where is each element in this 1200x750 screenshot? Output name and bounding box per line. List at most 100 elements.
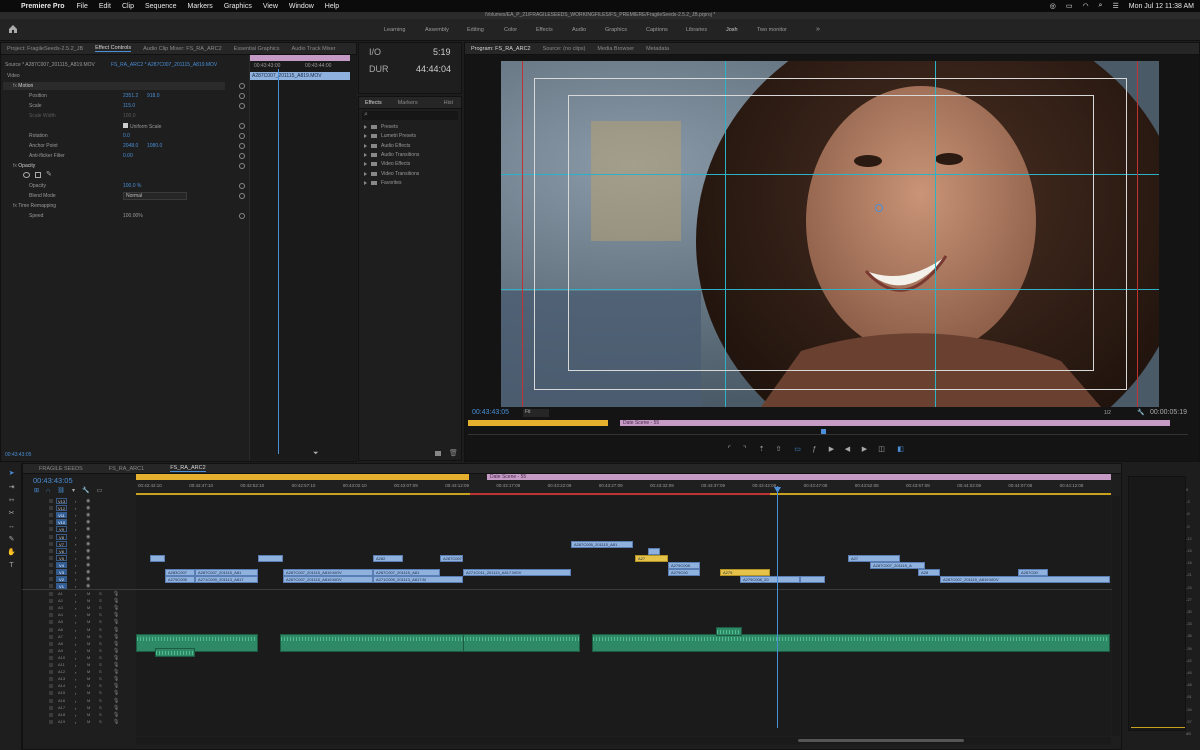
blend-mode-select[interactable]: Normal — [123, 192, 187, 200]
voice-over-icon[interactable]: 🎙 — [113, 655, 119, 661]
audio-track-a12[interactable]: A12 — [58, 669, 65, 674]
voice-over-icon[interactable]: 🎙 — [113, 690, 119, 696]
video-clip[interactable]: A271C011_201113_A817.MOV — [463, 569, 571, 576]
solo-button[interactable]: S — [99, 655, 102, 660]
tab-effects[interactable]: Effects — [365, 100, 382, 106]
track-source-patch[interactable] — [49, 562, 53, 567]
track-target-v13[interactable]: V13 — [56, 498, 67, 504]
video-clip[interactable]: A283C007 — [165, 569, 195, 576]
eye-icon[interactable]: ◉ — [86, 534, 90, 540]
video-clip[interactable]: A279 — [720, 569, 770, 576]
lock-icon[interactable]: ▪ — [75, 706, 76, 711]
track-source-patch[interactable] — [49, 513, 53, 518]
lock-icon[interactable]: ▪ — [75, 520, 76, 525]
mute-button[interactable]: M — [87, 669, 90, 674]
app-menu[interactable]: Premiere Pro — [21, 3, 65, 10]
audio-clip[interactable] — [592, 633, 1110, 652]
add-marker-icon[interactable]: ▾ — [72, 488, 82, 494]
track-source-patch[interactable] — [49, 705, 53, 710]
lock-icon[interactable]: ▪ — [75, 635, 76, 640]
mute-button[interactable]: M — [87, 676, 90, 681]
settings-icon[interactable]: 🔧 — [1137, 409, 1144, 416]
track-source-patch[interactable] — [49, 577, 53, 582]
mute-button[interactable]: M — [87, 641, 90, 646]
track-source-patch[interactable] — [49, 620, 53, 625]
voice-over-icon[interactable]: 🎙 — [113, 705, 119, 711]
track-source-patch[interactable] — [49, 613, 53, 618]
track-source-patch[interactable] — [49, 506, 53, 511]
program-scene-marker[interactable]: Date Scene - 55 — [620, 420, 1170, 426]
lock-icon[interactable]: ▪ — [75, 584, 76, 589]
audio-track-a3[interactable]: A3 — [58, 605, 63, 610]
anchor-y[interactable]: 1080.0 — [147, 143, 162, 152]
menu-file[interactable]: File — [77, 3, 88, 10]
lock-icon[interactable]: ▪ — [75, 699, 76, 704]
mute-button[interactable]: M — [87, 705, 90, 710]
video-clip[interactable]: A282 — [373, 554, 403, 562]
eye-icon[interactable]: ◉ — [86, 583, 90, 589]
audio-track-a6[interactable]: A6 — [58, 627, 63, 632]
track-source-patch[interactable] — [49, 592, 53, 596]
solo-button[interactable]: S — [99, 627, 102, 632]
video-clip[interactable] — [150, 554, 165, 562]
solo-button[interactable]: S — [99, 705, 102, 710]
audio-track-a15[interactable]: A15 — [58, 690, 65, 695]
video-clip[interactable]: A28 — [918, 569, 940, 576]
lock-icon[interactable]: ▪ — [75, 684, 76, 689]
voice-over-icon[interactable]: 🎙 — [113, 641, 119, 647]
snap-icon[interactable]: ∩ — [46, 488, 57, 494]
tab-fs-ra-arc1[interactable]: FS_RA_ARC1 — [109, 466, 144, 472]
play-button[interactable]: ▶ — [827, 445, 836, 454]
fit-dropdown[interactable]: Fit — [523, 409, 549, 417]
lift-button[interactable]: ⇡ — [757, 445, 766, 454]
step-back-button[interactable]: ◀ — [843, 445, 852, 454]
voice-over-icon[interactable]: 🎙 — [113, 634, 119, 640]
track-source-patch[interactable] — [49, 670, 53, 675]
reset-uniform-icon[interactable] — [239, 123, 245, 129]
tab-program[interactable]: Program: FS_RA_ARC2 — [471, 46, 531, 52]
workspace-overflow-button[interactable]: » — [816, 19, 820, 41]
audio-track-a2[interactable]: A2 — [58, 598, 63, 603]
track-source-patch[interactable] — [49, 677, 53, 682]
tab-media-browser[interactable]: Media Browser — [597, 46, 634, 52]
track-source-patch[interactable] — [49, 599, 53, 604]
program-video-frame[interactable] — [501, 61, 1159, 407]
lock-icon[interactable]: ▪ — [75, 628, 76, 633]
eye-icon[interactable]: ◉ — [86, 512, 90, 518]
step-forward-button[interactable]: ▶ — [860, 445, 869, 454]
video-clip[interactable]: A287C00 — [1018, 569, 1048, 576]
lock-icon[interactable]: ▪ — [75, 542, 76, 547]
track-target-v12[interactable]: V12 — [56, 505, 67, 512]
program-in-bar[interactable] — [468, 420, 608, 426]
audio-track-a5[interactable]: A5 — [58, 619, 63, 624]
eye-icon[interactable]: ◉ — [86, 541, 90, 547]
creative-cloud-icon[interactable]: ◎ — [1050, 2, 1056, 10]
voice-over-icon[interactable]: 🎙 — [113, 605, 119, 611]
reset-antiflicker-icon[interactable] — [239, 153, 245, 159]
track-source-patch[interactable] — [49, 719, 53, 724]
audio-track-a11[interactable]: A11 — [58, 662, 65, 667]
search-icon[interactable]: ⌕ — [1099, 2, 1103, 10]
mute-button[interactable]: M — [87, 648, 90, 653]
effects-item-video-effects[interactable]: Video Effects — [364, 161, 410, 170]
track-target-v9[interactable]: V9 — [56, 526, 67, 533]
video-clip[interactable]: A271C009_201113_A817.M — [373, 576, 463, 584]
tab-markers[interactable]: Markers — [398, 100, 418, 106]
video-clip[interactable] — [258, 554, 283, 562]
reset-position-icon[interactable] — [239, 93, 245, 99]
video-clip[interactable]: A27 — [848, 554, 900, 562]
track-source-patch[interactable] — [49, 655, 53, 660]
lock-icon[interactable]: ▪ — [75, 535, 76, 540]
timeline-playhead[interactable] — [777, 486, 778, 728]
menu-view[interactable]: View — [263, 3, 278, 10]
lock-icon[interactable]: ▪ — [75, 592, 76, 597]
solo-button[interactable]: S — [99, 598, 102, 603]
video-clip[interactable]: A279C008 — [668, 561, 700, 569]
tab-history[interactable]: Hist — [444, 100, 453, 106]
position-y[interactable]: 918.0 — [147, 93, 160, 102]
hand-tool[interactable]: ✋ — [7, 548, 16, 557]
track-source-patch[interactable] — [49, 691, 53, 696]
solo-button[interactable]: S — [99, 719, 102, 724]
track-target-v8[interactable]: V8 — [56, 533, 67, 540]
lock-icon[interactable]: ▪ — [75, 513, 76, 518]
